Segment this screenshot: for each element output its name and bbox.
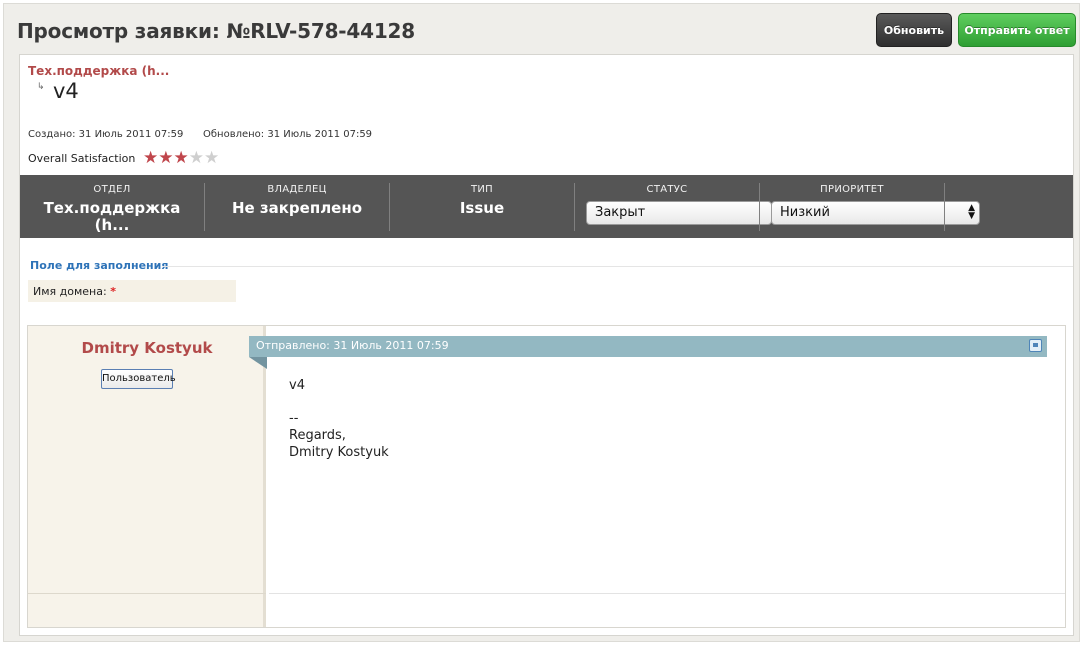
type-label: ТИП <box>470 184 493 195</box>
post-left-footer-line <box>28 593 266 594</box>
ticket-properties-bar: ОТДЕЛ Тех.поддержка (h... ВЛАДЕЛЕЦ Не за… <box>20 175 1073 238</box>
star-icon[interactable]: ★ <box>143 150 158 167</box>
satisfaction-label: Overall Satisfaction <box>28 152 136 165</box>
star-icon[interactable]: ★ <box>204 150 219 167</box>
post-author: Dmitry Kostyuk <box>81 339 213 357</box>
priority-label: ПРИОРИТЕТ <box>820 184 884 195</box>
custom-fields-title: Поле для заполнения <box>30 259 169 272</box>
post-header-tail <box>249 357 267 369</box>
department-value: Тех.поддержка (h... <box>43 199 181 234</box>
ticket-post: Dmitry Kostyuk Пользователь Отправлено: … <box>27 325 1066 628</box>
user-role-badge[interactable]: Пользователь <box>101 369 176 389</box>
owner-label: ВЛАДЕЛЕЦ <box>267 184 327 195</box>
type-column: ТИП Issue <box>390 175 574 238</box>
satisfaction-rating[interactable]: ★ ★ ★ ★ ★ <box>143 150 219 167</box>
status-select-value: Закрыт <box>595 205 646 220</box>
priority-select-value: Низкий <box>780 205 830 220</box>
star-icon[interactable]: ★ <box>189 150 204 167</box>
type-value: Issue <box>459 199 505 217</box>
star-icon[interactable]: ★ <box>174 150 189 167</box>
created-date: Создано: 31 Июль 2011 07:59 <box>28 129 184 140</box>
post-body-line: Regards, <box>289 428 346 443</box>
post-header: Отправлено: 31 Июль 2011 07:59 <box>249 336 1047 357</box>
star-icon[interactable]: ★ <box>158 150 173 167</box>
page-title: Просмотр заявки: №RLV-578-44128 <box>17 19 415 43</box>
owner-value: Не закреплено <box>231 199 363 217</box>
status-select[interactable]: Закрыт <box>586 201 772 225</box>
required-mark: * <box>110 285 116 298</box>
post-body-line: -- <box>289 411 299 426</box>
domain-field-label: Имя домена: <box>33 285 107 298</box>
post-author-panel: Dmitry Kostyuk Пользователь <box>28 326 266 627</box>
column-divider <box>944 183 945 231</box>
updown-arrow-icon: ▲ ▼ <box>968 203 975 221</box>
subject-arrow-icon: ↳ <box>37 82 45 92</box>
updated-date: Обновлено: 31 Июль 2011 07:59 <box>203 129 373 140</box>
domain-field-row: Имя домена: * <box>28 280 236 302</box>
priority-select[interactable]: Низкий ▲ ▼ <box>771 201 980 225</box>
status-label: СТАТУС <box>646 184 688 195</box>
ticket-panel: Тех.поддержка (h... ↳ v4 Создано: 31 Июл… <box>19 54 1074 636</box>
quote-icon[interactable] <box>1029 339 1042 352</box>
department-label: ОТДЕЛ <box>93 184 131 195</box>
post-right-footer-line <box>269 593 1065 594</box>
ticket-subject: v4 <box>53 79 79 103</box>
page-frame: Просмотр заявки: №RLV-578-44128 Обновить… <box>3 3 1080 642</box>
department-column: ОТДЕЛ Тех.поддержка (h... <box>20 175 204 238</box>
post-body-line: Dmitry Kostyuk <box>289 445 389 460</box>
custom-fields-divider <box>163 266 1073 267</box>
post-body-line: v4 <box>289 378 305 393</box>
refresh-button[interactable]: Обновить <box>876 13 952 47</box>
ticket-department: Тех.поддержка (h... <box>28 64 170 78</box>
post-sent-date: Отправлено: 31 Июль 2011 07:59 <box>256 339 449 352</box>
send-reply-button[interactable]: Отправить ответ <box>958 13 1076 47</box>
owner-column: ВЛАДЕЛЕЦ Не закреплено <box>205 175 389 238</box>
